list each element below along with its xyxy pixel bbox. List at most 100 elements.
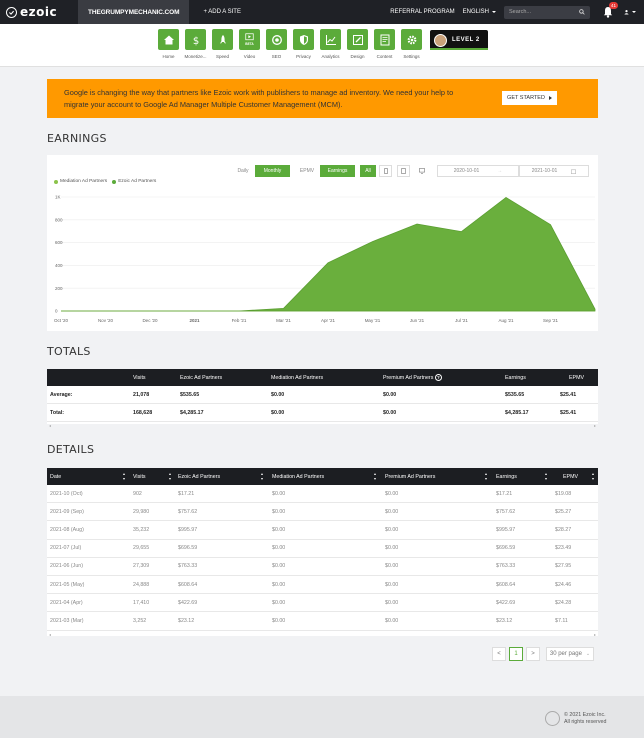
add-site-link[interactable]: + ADD A SITE <box>203 9 241 15</box>
nav-label: Home <box>162 54 175 59</box>
table-row: Average: 21,078 $535.65 $0.00 $0.00 $535… <box>47 386 598 404</box>
earnings-toggle[interactable]: Earnings <box>320 165 355 177</box>
language-selector[interactable]: ENGLISH <box>463 9 496 15</box>
nav-home[interactable]: Home <box>157 29 180 59</box>
table-cell: 17,410 <box>133 599 150 606</box>
table-cell: 35,232 <box>133 526 150 533</box>
start-date-input[interactable]: 2020-10-01 → <box>437 165 519 177</box>
column-header-epmv[interactable]: EPMV <box>563 474 578 480</box>
scroll-left-icon[interactable]: ◂ <box>49 423 51 428</box>
nav-label: Design <box>350 54 365 59</box>
get-started-button[interactable]: GET STARTED <box>502 91 557 105</box>
end-date-input[interactable]: 2021-10-01 <box>519 165 589 177</box>
table-cell: $0.00 <box>272 563 286 570</box>
date-cell: 2021-03 (Mar) <box>50 617 84 624</box>
logo-mark-icon <box>6 6 17 18</box>
epmv-toggle[interactable]: EPMV <box>296 165 318 177</box>
sort-icon[interactable] <box>374 473 377 480</box>
table-cell: $0.00 <box>383 391 397 398</box>
table-row: 2021-06 (Jun) 27,309 $763.33 $0.00 $0.00 $763… <box>47 558 598 576</box>
table-row: 2021-09 (Sep) 29,980 $757.62 $0.00 $0.00 $757… <box>47 503 598 522</box>
table-row: 2021-08 (Aug) 35,232 $995.97 $0.00 $0.00 $995… <box>47 521 598 540</box>
svg-text:$: $ <box>192 36 198 46</box>
nav-design[interactable]: Design <box>346 29 369 59</box>
table-cell: $4,285.17 <box>180 409 204 416</box>
nav-seo[interactable]: SEO <box>265 29 288 59</box>
y-tick-label: 400 <box>55 263 63 268</box>
daily-toggle[interactable]: Daily <box>232 165 254 177</box>
desktop-icon <box>418 168 425 174</box>
horizontal-scrollbar[interactable]: ◂ ▸ <box>47 423 598 428</box>
table-cell: $24.46 <box>555 581 572 588</box>
sort-icon[interactable] <box>169 473 172 480</box>
column-header-mediation[interactable]: Mediation Ad Partners <box>272 474 324 480</box>
legend-item[interactable]: Ezoic Ad Partners <box>118 179 156 184</box>
legend-swatch <box>54 179 58 184</box>
next-page-button[interactable]: > <box>526 647 540 661</box>
sort-icon[interactable] <box>592 473 595 480</box>
earnings-chart-card: Daily Monthly EPMV Earnings All 2020-10-… <box>47 155 598 331</box>
column-header: Mediation Ad Partners <box>271 374 324 381</box>
column-header-visits[interactable]: Visits <box>133 474 146 480</box>
scroll-right-icon[interactable]: ▸ <box>594 423 596 428</box>
scroll-left-icon[interactable]: ◂ <box>49 632 51 637</box>
table-row: 2021-05 (May) 24,888 $608.64 $0.00 $0.00 $608… <box>47 576 598 595</box>
nav-video[interactable]: BETA Video <box>238 29 261 59</box>
column-header-earnings[interactable]: Earnings <box>496 474 517 480</box>
sort-icon[interactable] <box>485 473 488 480</box>
table-cell: $23.12 <box>496 617 513 624</box>
chevron-down-icon <box>492 11 496 13</box>
tablet-device-toggle[interactable] <box>397 165 410 177</box>
all-devices-toggle[interactable]: All <box>360 165 376 177</box>
column-header-premium[interactable]: Premium Ad Partners <box>385 474 435 480</box>
ezoic-logo[interactable]: ezoic <box>0 5 78 19</box>
table-cell: $422.69 <box>496 599 516 606</box>
series-area-ezoic[interactable] <box>61 196 596 312</box>
table-cell: 21,078 <box>133 391 150 398</box>
monthly-toggle[interactable]: Monthly <box>255 165 290 177</box>
site-selector[interactable]: THEGRUMPYMECHANIC.COM <box>78 0 190 24</box>
video-icon <box>245 33 254 41</box>
page-1-button[interactable]: 1 <box>509 647 523 661</box>
column-header-ezoic[interactable]: Ezoic Ad Partners <box>178 474 220 480</box>
legend-swatch <box>112 179 117 184</box>
legend-item[interactable]: Mediation Ad Partners <box>60 179 107 184</box>
table-cell: $0.00 <box>272 581 286 588</box>
desktop-device-toggle[interactable] <box>415 165 428 177</box>
x-tick-label: Dec '20 <box>142 318 158 323</box>
date-cell: 2021-04 (Apr) <box>50 599 83 606</box>
user-menu[interactable] <box>624 6 636 18</box>
nav-label: Monetize... <box>184 54 207 59</box>
level-badge[interactable]: LEVEL 2 <box>430 30 488 50</box>
column-header-date[interactable]: Date <box>50 474 61 480</box>
nav-label: Analytics <box>321 54 340 59</box>
search-input[interactable]: Search... <box>504 5 590 19</box>
table-cell: $535.65 <box>180 391 200 398</box>
nav-speed[interactable]: Speed <box>211 29 234 59</box>
mobile-device-toggle[interactable] <box>379 165 392 177</box>
sort-icon[interactable] <box>545 473 548 480</box>
per-page-select[interactable]: 30 per page ⌄ <box>546 647 594 661</box>
nav-monetize[interactable]: $ Monetize... <box>184 29 207 59</box>
referral-program-link[interactable]: REFERRAL PROGRAM <box>390 9 454 15</box>
help-icon[interactable]: ? <box>434 374 442 381</box>
y-tick-label: 200 <box>55 286 63 291</box>
prev-page-button[interactable]: < <box>492 647 506 661</box>
sort-icon[interactable] <box>261 473 264 480</box>
scroll-right-icon[interactable]: ▸ <box>594 632 596 637</box>
search-placeholder: Search... <box>509 9 532 15</box>
notifications-button[interactable]: 41 <box>602 2 618 18</box>
nav-analytics[interactable]: Analytics <box>319 29 342 59</box>
table-cell: $0.00 <box>385 581 399 588</box>
nav-settings[interactable]: Settings <box>400 29 423 59</box>
nav-content[interactable]: Content <box>373 29 396 59</box>
per-page-value: 30 per page <box>549 651 582 657</box>
horizontal-scrollbar[interactable]: ◂ ▸ <box>47 632 598 637</box>
nav-privacy[interactable]: Privacy <box>292 29 315 59</box>
chevron-down-icon: ⌄ <box>585 651 591 657</box>
table-cell: $0.00 <box>383 409 397 416</box>
table-cell: $0.00 <box>272 617 286 624</box>
table-cell: $696.59 <box>178 545 198 552</box>
table-cell: $608.64 <box>178 581 198 588</box>
sort-icon[interactable] <box>123 473 126 480</box>
